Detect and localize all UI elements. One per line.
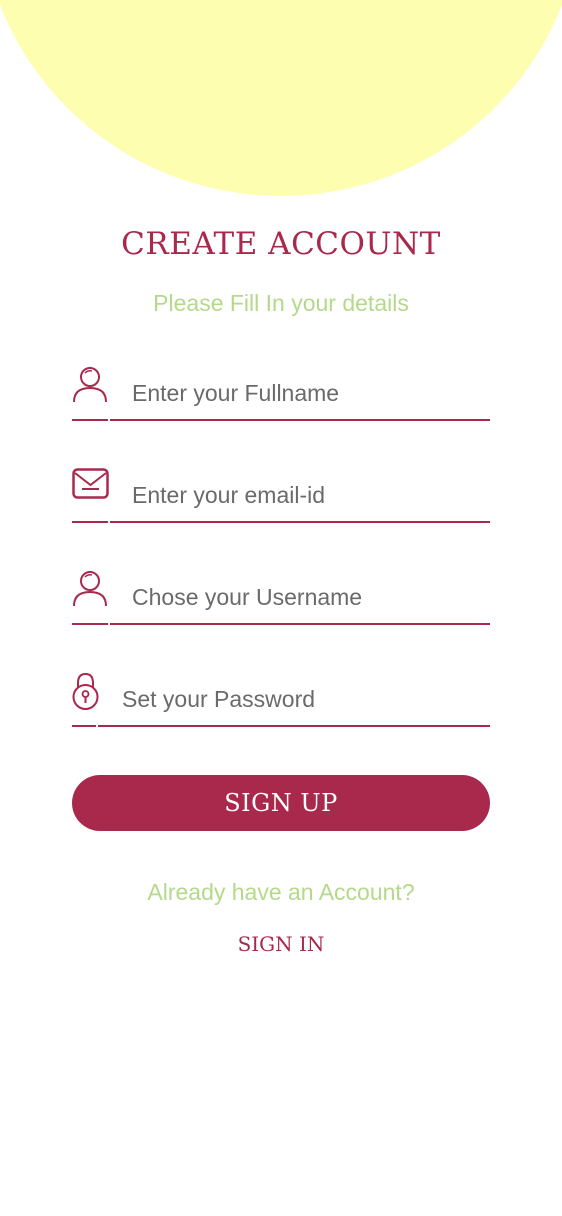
underline-gap (108, 419, 110, 421)
fullname-input[interactable] (132, 376, 482, 410)
email-field (72, 468, 490, 526)
fullname-field (72, 366, 490, 424)
underline-gap (108, 521, 110, 523)
password-input[interactable] (122, 682, 482, 716)
username-underline (72, 623, 490, 625)
sign-in-link[interactable]: SIGN IN (0, 932, 562, 956)
underline-gap (96, 725, 98, 727)
email-underline (72, 521, 490, 523)
already-have-account-text: Already have an Account? (147, 879, 415, 905)
user-icon (72, 366, 110, 406)
page-subtitle: Please Fill In your details (153, 290, 409, 316)
fullname-underline (72, 419, 490, 421)
underline-gap (108, 623, 110, 625)
email-input[interactable] (132, 478, 482, 512)
user-icon (72, 570, 110, 610)
header-background-shape (0, 0, 562, 196)
password-underline (72, 725, 490, 727)
mail-icon (72, 468, 110, 508)
lock-icon (72, 672, 110, 712)
page-title: CREATE ACCOUNT (121, 226, 441, 262)
sign-up-button[interactable]: SIGN UP (72, 775, 490, 831)
password-field (72, 672, 490, 730)
username-field (72, 570, 490, 628)
username-input[interactable] (132, 580, 482, 614)
